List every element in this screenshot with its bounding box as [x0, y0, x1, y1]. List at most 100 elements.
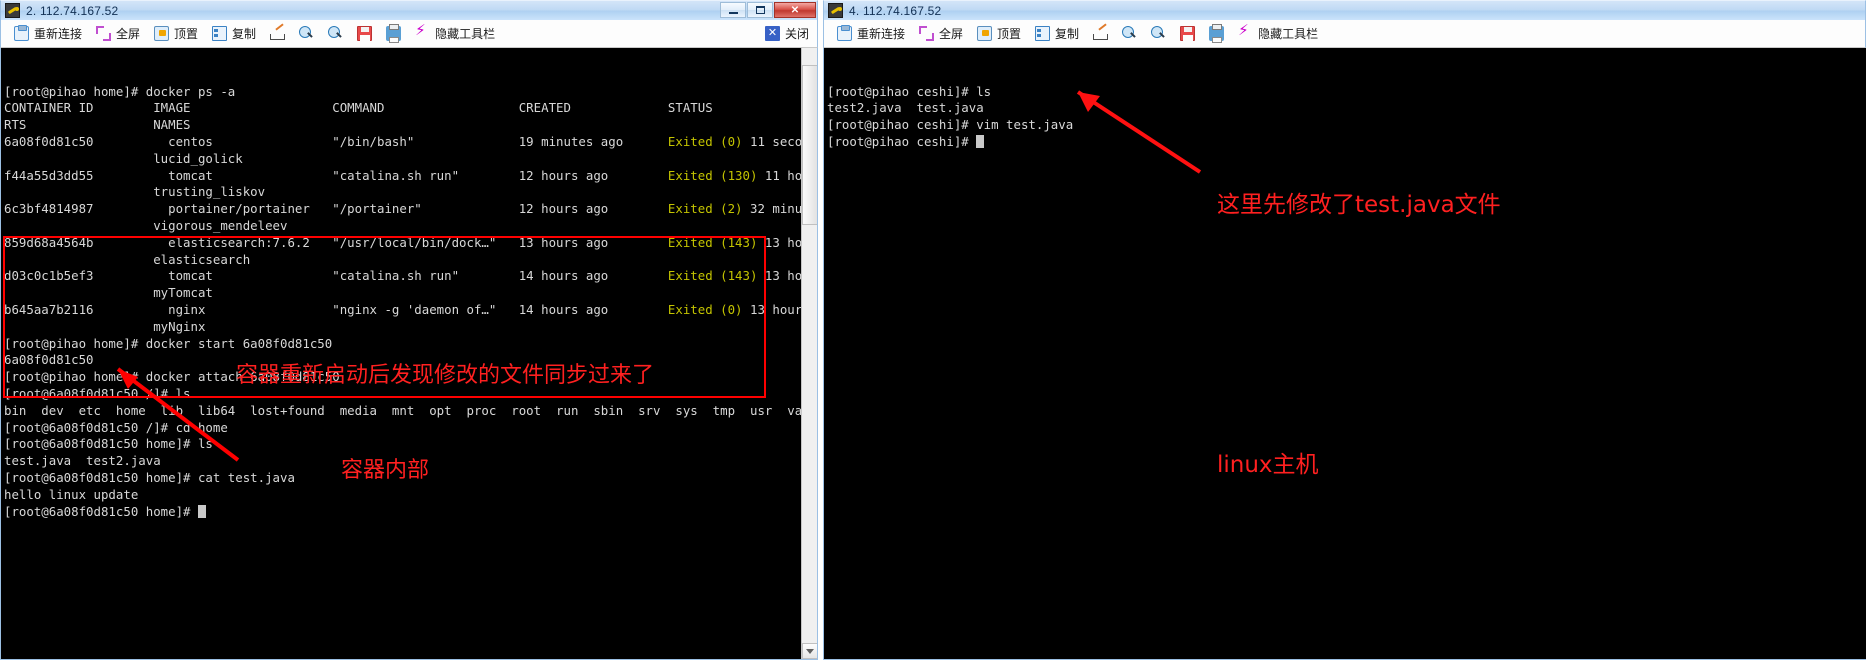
toolbar-reconnect-label: 重新连接 [857, 27, 906, 41]
toolbar-zoom-out-button[interactable] [321, 20, 350, 47]
key-icon [5, 3, 20, 18]
fullscreen-icon [919, 26, 935, 41]
toolbar-pin-label: 顶置 [174, 27, 199, 41]
toolbar-save-button[interactable] [350, 20, 379, 47]
terminal-line: d03c0c1b5ef3 tomcat "catalina.sh run" 14… [4, 268, 817, 284]
toolbar-reconnect-button[interactable]: 重新连接 [7, 20, 89, 47]
toolbar-hide-toolbar-button[interactable]: 隐藏工具栏 [408, 20, 502, 47]
terminal-line: [root@pihao ceshi]# ls [827, 83, 992, 99]
screenshot-root: 2. 112.74.167.52 ✕ 重新连接 全屏 顶置 复制 ⚡ 隐藏工具栏… [0, 0, 1866, 660]
toolbar-zoom-in-button[interactable] [1115, 20, 1144, 47]
terminal-line: bin dev etc home lib lib64 lost+found me… [4, 402, 810, 418]
left-window-controls: ✕ [719, 2, 816, 18]
terminal-line: trusting_liskov [4, 184, 266, 200]
zoom-in-icon [1122, 26, 1137, 41]
annotation-linux-host: linux主机 [1217, 452, 1319, 478]
right-terminal[interactable]: [root@pihao ceshi]# ls test2.java test.ja… [823, 48, 1866, 660]
save-icon [1180, 26, 1196, 41]
toolbar-reconnect-button[interactable]: 重新连接 [830, 20, 912, 47]
terminal-line: 859d68a4564b elasticsearch:7.6.2 "/usr/l… [4, 234, 817, 250]
toolbar-zoom-out-button[interactable] [1144, 20, 1173, 47]
pin-icon [977, 26, 993, 41]
toolbar-print-button[interactable] [1202, 20, 1231, 47]
scroll-thumb[interactable] [802, 65, 817, 225]
print-icon [386, 24, 402, 43]
terminal-line: [root@pihao home]# docker ps -a [4, 83, 236, 99]
terminal-line: RTS NAMES [4, 117, 191, 133]
toolbar-edit-button[interactable] [263, 20, 292, 47]
bolt-icon [1238, 23, 1253, 41]
right-window-titlebar[interactable]: 4. 112.74.167.52 [823, 0, 1866, 20]
toolbar-hide-label: 隐藏工具栏 [435, 27, 496, 41]
annotation-inside-container: 容器内部 [341, 458, 430, 483]
close-x-icon: ✕ [764, 26, 780, 41]
left-terminal-scrollbar[interactable] [801, 48, 817, 659]
toolbar-copy-button[interactable]: 复制 [205, 20, 263, 47]
toolbar-fullscreen-label: 全屏 [116, 27, 141, 41]
terminal-line: 6a08f0d81c50 centos "/bin/bash" 19 minut… [4, 133, 817, 149]
left-window-toolbar: 重新连接 全屏 顶置 复制 ⚡ 隐藏工具栏 ✕ 关闭 [0, 20, 818, 48]
copy-icon [212, 26, 228, 41]
copy-icon [1035, 26, 1051, 41]
toolbar-zoom-in-button[interactable] [292, 20, 321, 47]
terminal-line: test2.java test.java [827, 100, 984, 116]
terminal-line: lucid_golick [4, 150, 243, 166]
terminal-line: hello linux update [4, 486, 139, 502]
annotation-sync-note: 容器重新启动后发现修改的文件同步过来了 [236, 363, 655, 388]
terminal-line: CONTAINER ID IMAGE COMMAND CREATED STATU… [4, 100, 818, 116]
zoom-in-icon [299, 26, 314, 41]
clipboard-icon [14, 25, 29, 41]
right-terminal-content: [root@pihao ceshi]# ls test2.java test.ja… [824, 82, 1866, 151]
left-window-titlebar[interactable]: 2. 112.74.167.52 ✕ [0, 0, 818, 20]
toolbar-hide-label: 隐藏工具栏 [1258, 27, 1319, 41]
toolbar-save-button[interactable] [1173, 20, 1202, 47]
right-window-toolbar: 重新连接 全屏 顶置 复制 ⚡ 隐藏工具栏 [823, 20, 1866, 48]
zoom-out-icon [328, 26, 343, 41]
toolbar-copy-label: 复制 [232, 27, 257, 41]
terminal-line: [root@pihao ceshi]# [827, 134, 1866, 151]
left-terminal[interactable]: [root@pihao home]# docker ps -a CONTAINER… [0, 48, 818, 660]
close-button[interactable]: ✕ [774, 2, 816, 18]
toolbar-close-session-button[interactable]: ✕ 关闭 [764, 25, 809, 42]
annotation-edited-note: 这里先修改了test.java文件 [1217, 192, 1501, 218]
terminal-line: myNginx [4, 318, 206, 334]
toolbar-pin-button[interactable]: 顶置 [970, 20, 1028, 47]
terminal-line: [root@6a08f0d81c50 /]# cd home [4, 419, 228, 435]
bolt-icon [415, 23, 430, 41]
terminal-line: [root@pihao home]# docker start 6a08f0d8… [4, 335, 333, 351]
terminal-cursor [976, 134, 985, 148]
toolbar-close-label: 关闭 [784, 27, 809, 41]
terminal-line: b645aa7b2116 nginx "nginx -g 'daemon of…… [4, 301, 810, 317]
toolbar-copy-button[interactable]: 复制 [1028, 20, 1086, 47]
minimize-button[interactable] [720, 2, 746, 18]
zoom-out-icon [1151, 26, 1166, 41]
terminal-line: f44a55d3dd55 tomcat "catalina.sh run" 12… [4, 167, 817, 183]
terminal-line: [root@6a08f0d81c50 home]# ls [4, 436, 213, 452]
scroll-down-button[interactable] [802, 643, 817, 659]
terminal-line: myTomcat [4, 285, 213, 301]
maximize-button[interactable] [747, 2, 773, 18]
terminal-line: vigorous_mendeleev [4, 217, 288, 233]
pencil-icon [1093, 26, 1109, 41]
toolbar-fullscreen-button[interactable]: 全屏 [89, 20, 147, 47]
toolbar-hide-toolbar-button[interactable]: 隐藏工具栏 [1231, 20, 1325, 47]
save-icon [357, 26, 373, 41]
terminal-line: [root@pihao ceshi]# vim test.java [827, 117, 1074, 133]
toolbar-pin-button[interactable]: 顶置 [147, 20, 205, 47]
toolbar-print-button[interactable] [379, 20, 408, 47]
key-icon [828, 3, 843, 18]
left-terminal-window: 2. 112.74.167.52 ✕ 重新连接 全屏 顶置 复制 ⚡ 隐藏工具栏… [0, 0, 818, 660]
pin-icon [154, 26, 170, 41]
print-icon [1209, 24, 1225, 43]
terminal-cursor [197, 504, 206, 518]
terminal-line: elasticsearch [4, 251, 251, 267]
toolbar-fullscreen-label: 全屏 [939, 27, 964, 41]
toolbar-edit-button[interactable] [1086, 20, 1115, 47]
toolbar-fullscreen-button[interactable]: 全屏 [912, 20, 970, 47]
pencil-icon [270, 26, 286, 41]
toolbar-pin-label: 顶置 [997, 27, 1022, 41]
fullscreen-icon [96, 26, 112, 41]
terminal-line: 6c3bf4814987 portainer/portainer "/porta… [4, 201, 817, 217]
left-window-title: 2. 112.74.167.52 [26, 3, 119, 18]
right-terminal-window: 4. 112.74.167.52 重新连接 全屏 顶置 复制 ⚡ 隐藏工具栏 [… [823, 0, 1866, 660]
